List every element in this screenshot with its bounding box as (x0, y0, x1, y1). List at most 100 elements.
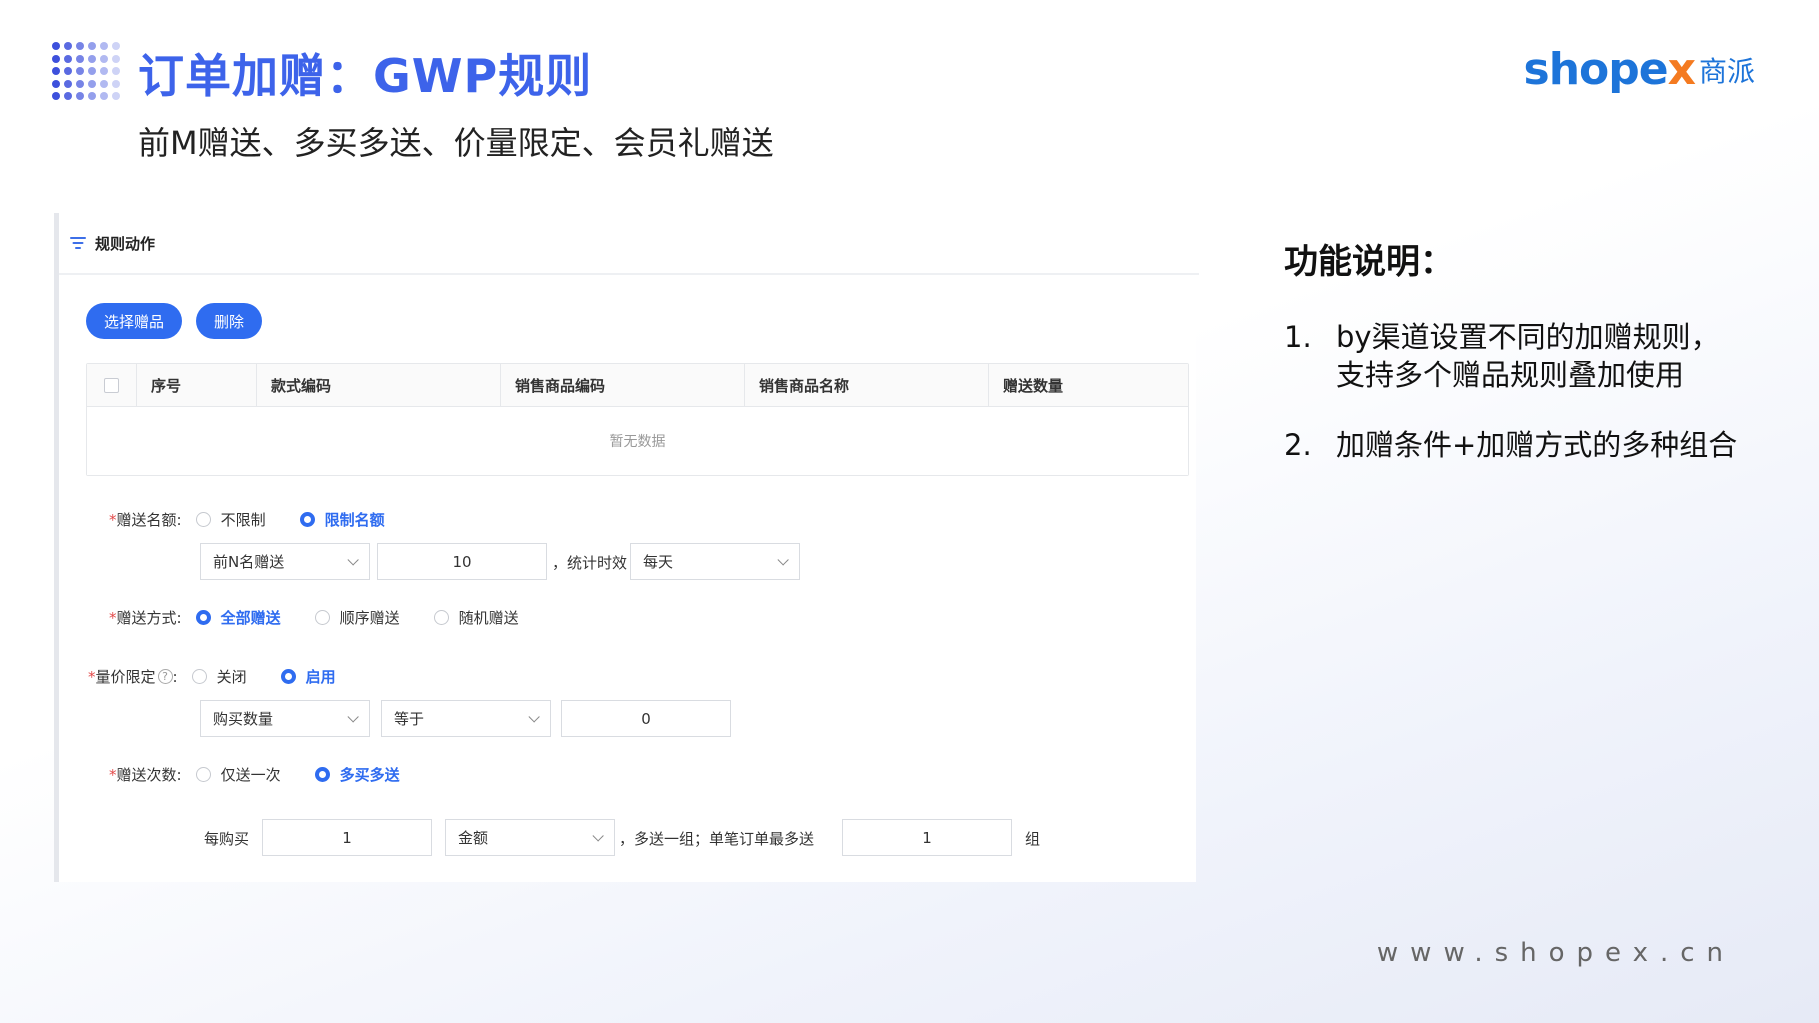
decorative-dot (52, 54, 60, 63)
radio-icon (195, 512, 211, 527)
qty-price-off[interactable]: 关闭 (191, 666, 247, 687)
decorative-dot (52, 79, 60, 88)
decorative-dot (64, 92, 72, 100)
qty-price-row: * 量价限定 ? : 关闭 启用 (88, 666, 336, 687)
decorative-dots (52, 42, 124, 104)
radio-icon (195, 610, 211, 625)
help-icon[interactable]: ? (157, 669, 173, 684)
chevron-down-icon (777, 553, 789, 566)
decorative-dot (100, 79, 108, 88)
decorative-dot (76, 79, 84, 88)
decorative-dot (112, 92, 120, 100)
decorative-dot (76, 54, 84, 63)
select-all-checkbox[interactable] (104, 377, 119, 393)
col-index: 序号 (137, 364, 257, 406)
group-suffix: 组 (1025, 830, 1041, 848)
chevron-down-icon (592, 829, 604, 842)
decorative-dot (88, 79, 96, 88)
required-mark: * (109, 510, 117, 529)
table-empty-state: 暂无数据 (87, 407, 1188, 475)
description-item: 2. 加赠条件+加赠方式的多种组合 (1284, 428, 1738, 462)
col-gift-qty: 赠送数量 (1003, 376, 1064, 395)
quota-option-unlimited[interactable]: 不限制 (195, 509, 266, 530)
gift-times-multi[interactable]: 多买多送 (314, 764, 400, 785)
decorative-dot (112, 42, 120, 50)
per-buy-label: 每购买 (204, 830, 250, 848)
qty-price-on[interactable]: 启用 (280, 666, 336, 687)
decorative-dot (100, 42, 108, 50)
decorative-dot (88, 42, 96, 50)
decorative-dot (100, 54, 108, 63)
gift-times-label: 赠送次数: (116, 766, 182, 784)
rule-action-panel: 规则动作 选择赠品 删除 序号 款式编码 销售商品编码 销售商品名称 赠送数量 … (54, 213, 1199, 882)
radio-icon (433, 610, 449, 625)
qty-operator-select[interactable]: 等于 (381, 700, 551, 737)
decorative-dot (52, 92, 60, 100)
required-mark: * (109, 608, 117, 627)
chevron-down-icon (528, 710, 540, 723)
qty-value-input[interactable]: 0 (561, 700, 731, 737)
col-product-name: 销售商品名称 (745, 364, 989, 406)
gift-times-row: * 赠送次数: 仅送一次 多买多送 (109, 764, 434, 785)
gift-times-once[interactable]: 仅送一次 (195, 764, 281, 785)
panel-header: 规则动作 (59, 213, 1199, 275)
table-header: 序号 款式编码 销售商品编码 销售商品名称 赠送数量 (87, 364, 1188, 407)
gift-table: 序号 款式编码 销售商品编码 销售商品名称 赠送数量 暂无数据 (86, 363, 1189, 476)
radio-icon (299, 512, 315, 527)
select-all-cell (87, 364, 137, 406)
quota-count-input[interactable]: 10 (377, 543, 547, 580)
quota-option-limited[interactable]: 限制名额 (299, 509, 385, 530)
decorative-dot (112, 67, 120, 75)
chevron-down-icon (347, 553, 359, 566)
panel-title: 规则动作 (95, 234, 156, 253)
per-buy-input[interactable]: 1 (262, 819, 432, 856)
quota-row: * 赠送名额: 不限制 限制名额 (109, 509, 419, 530)
action-buttons: 选择赠品 删除 (86, 303, 263, 339)
decorative-dot (76, 92, 84, 100)
decorative-dot (88, 92, 96, 100)
decorative-dot (76, 42, 84, 50)
qty-field-select[interactable]: 购买数量 (200, 700, 370, 737)
decorative-dot (100, 67, 108, 75)
select-gift-button[interactable]: 选择赠品 (86, 303, 183, 339)
decorative-dot (64, 67, 72, 75)
decorative-dot (52, 42, 60, 50)
radio-icon (191, 669, 207, 684)
description-list: 1. by渠道设置不同的加赠规则， 支持多个赠品规则叠加使用 2. 加赠条件+加… (1284, 318, 1764, 496)
logo-wordmark: shopex (1523, 44, 1696, 95)
decorative-dot (100, 92, 108, 100)
quota-mode-select[interactable]: 前N名赠送 (200, 543, 370, 580)
radio-icon (195, 767, 211, 782)
footer-url: www.shopex.cn (1376, 938, 1735, 968)
col-style-code: 款式编码 (257, 364, 501, 406)
unit-select[interactable]: 金额 (445, 819, 615, 856)
logo-cn-text: 商派 (1698, 54, 1755, 88)
decorative-dot (64, 79, 72, 88)
max-per-order-label: ，多送一组；单笔订单最多送 (619, 830, 815, 848)
decorative-dot (88, 67, 96, 75)
decorative-dot (52, 67, 60, 75)
max-per-order-input[interactable]: 1 (842, 819, 1012, 856)
gift-method-random[interactable]: 随机赠送 (433, 607, 519, 628)
description-item: 1. by渠道设置不同的加赠规则， 支持多个赠品规则叠加使用 (1284, 320, 1720, 392)
delete-button[interactable]: 删除 (196, 303, 263, 339)
page-subtitle: 前M赠送、多买多送、价量限定、会员礼赠送 (138, 124, 774, 162)
decorative-dot (64, 54, 72, 63)
period-label: ，统计时效 (552, 554, 628, 572)
radio-icon (314, 767, 330, 782)
period-select[interactable]: 每天 (630, 543, 800, 580)
radio-icon (314, 610, 330, 625)
gift-method-row: * 赠送方式: 全部赠送 顺序赠送 随机赠送 (109, 607, 553, 628)
gift-method-all[interactable]: 全部赠送 (195, 607, 281, 628)
radio-icon (280, 669, 296, 684)
qty-price-label: 量价限定 (95, 668, 156, 686)
shopex-logo: shopex 商派 (1524, 44, 1756, 95)
gift-method-label: 赠送方式: (116, 609, 182, 627)
gift-method-sequential[interactable]: 顺序赠送 (314, 607, 400, 628)
chevron-down-icon (347, 710, 359, 723)
decorative-dot (64, 42, 72, 50)
quota-label: 赠送名额: (116, 511, 182, 529)
required-mark: * (88, 667, 96, 686)
page-title: 订单加赠：GWP规则 (138, 49, 593, 103)
decorative-dot (112, 79, 120, 88)
